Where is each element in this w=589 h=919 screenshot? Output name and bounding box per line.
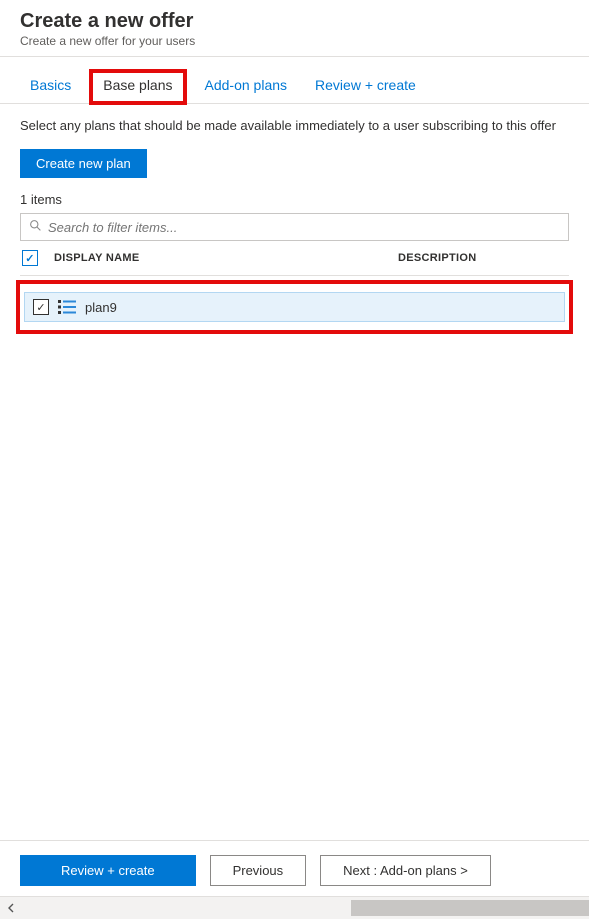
column-description[interactable]: DESCRIPTION — [398, 252, 569, 264]
next-button[interactable]: Next : Add-on plans > — [320, 855, 491, 886]
scroll-thumb[interactable] — [351, 900, 589, 916]
content-area: Select any plans that should be made ava… — [0, 104, 589, 334]
plan-icon — [55, 299, 79, 315]
table-header: ✓ DISPLAY NAME DESCRIPTION — [20, 241, 569, 276]
search-box[interactable] — [20, 213, 569, 241]
tab-basics[interactable]: Basics — [20, 71, 81, 103]
tab-review-create[interactable]: Review + create — [305, 71, 426, 103]
tab-base-plans[interactable]: Base plans — [89, 69, 186, 105]
select-all-checkbox[interactable]: ✓ — [22, 250, 38, 266]
previous-button[interactable]: Previous — [210, 855, 307, 886]
column-display-name[interactable]: DISPLAY NAME — [48, 252, 398, 264]
scroll-track[interactable] — [22, 897, 589, 919]
review-create-button[interactable]: Review + create — [20, 855, 196, 886]
table-body: ✓ plan9 — [16, 280, 573, 334]
tabs: Basics Base plans Add-on plans Review + … — [0, 57, 589, 104]
footer: Review + create Previous Next : Add-on p… — [0, 840, 589, 896]
row-display-name: plan9 — [79, 300, 117, 315]
search-icon — [29, 219, 42, 235]
scroll-left-arrow[interactable] — [0, 897, 22, 919]
horizontal-scrollbar[interactable] — [0, 896, 589, 919]
item-count: 1 items — [20, 192, 569, 207]
page-header: Create a new offer Create a new offer fo… — [0, 0, 589, 57]
tab-addon-plans[interactable]: Add-on plans — [195, 71, 298, 103]
search-input[interactable] — [48, 220, 560, 235]
table-row[interactable]: ✓ plan9 — [24, 292, 565, 322]
row-checkbox[interactable]: ✓ — [33, 299, 49, 315]
page-subtitle: Create a new offer for your users — [20, 34, 569, 48]
page-title: Create a new offer — [20, 10, 569, 33]
intro-text: Select any plans that should be made ava… — [20, 118, 569, 133]
create-new-plan-button[interactable]: Create new plan — [20, 149, 147, 178]
